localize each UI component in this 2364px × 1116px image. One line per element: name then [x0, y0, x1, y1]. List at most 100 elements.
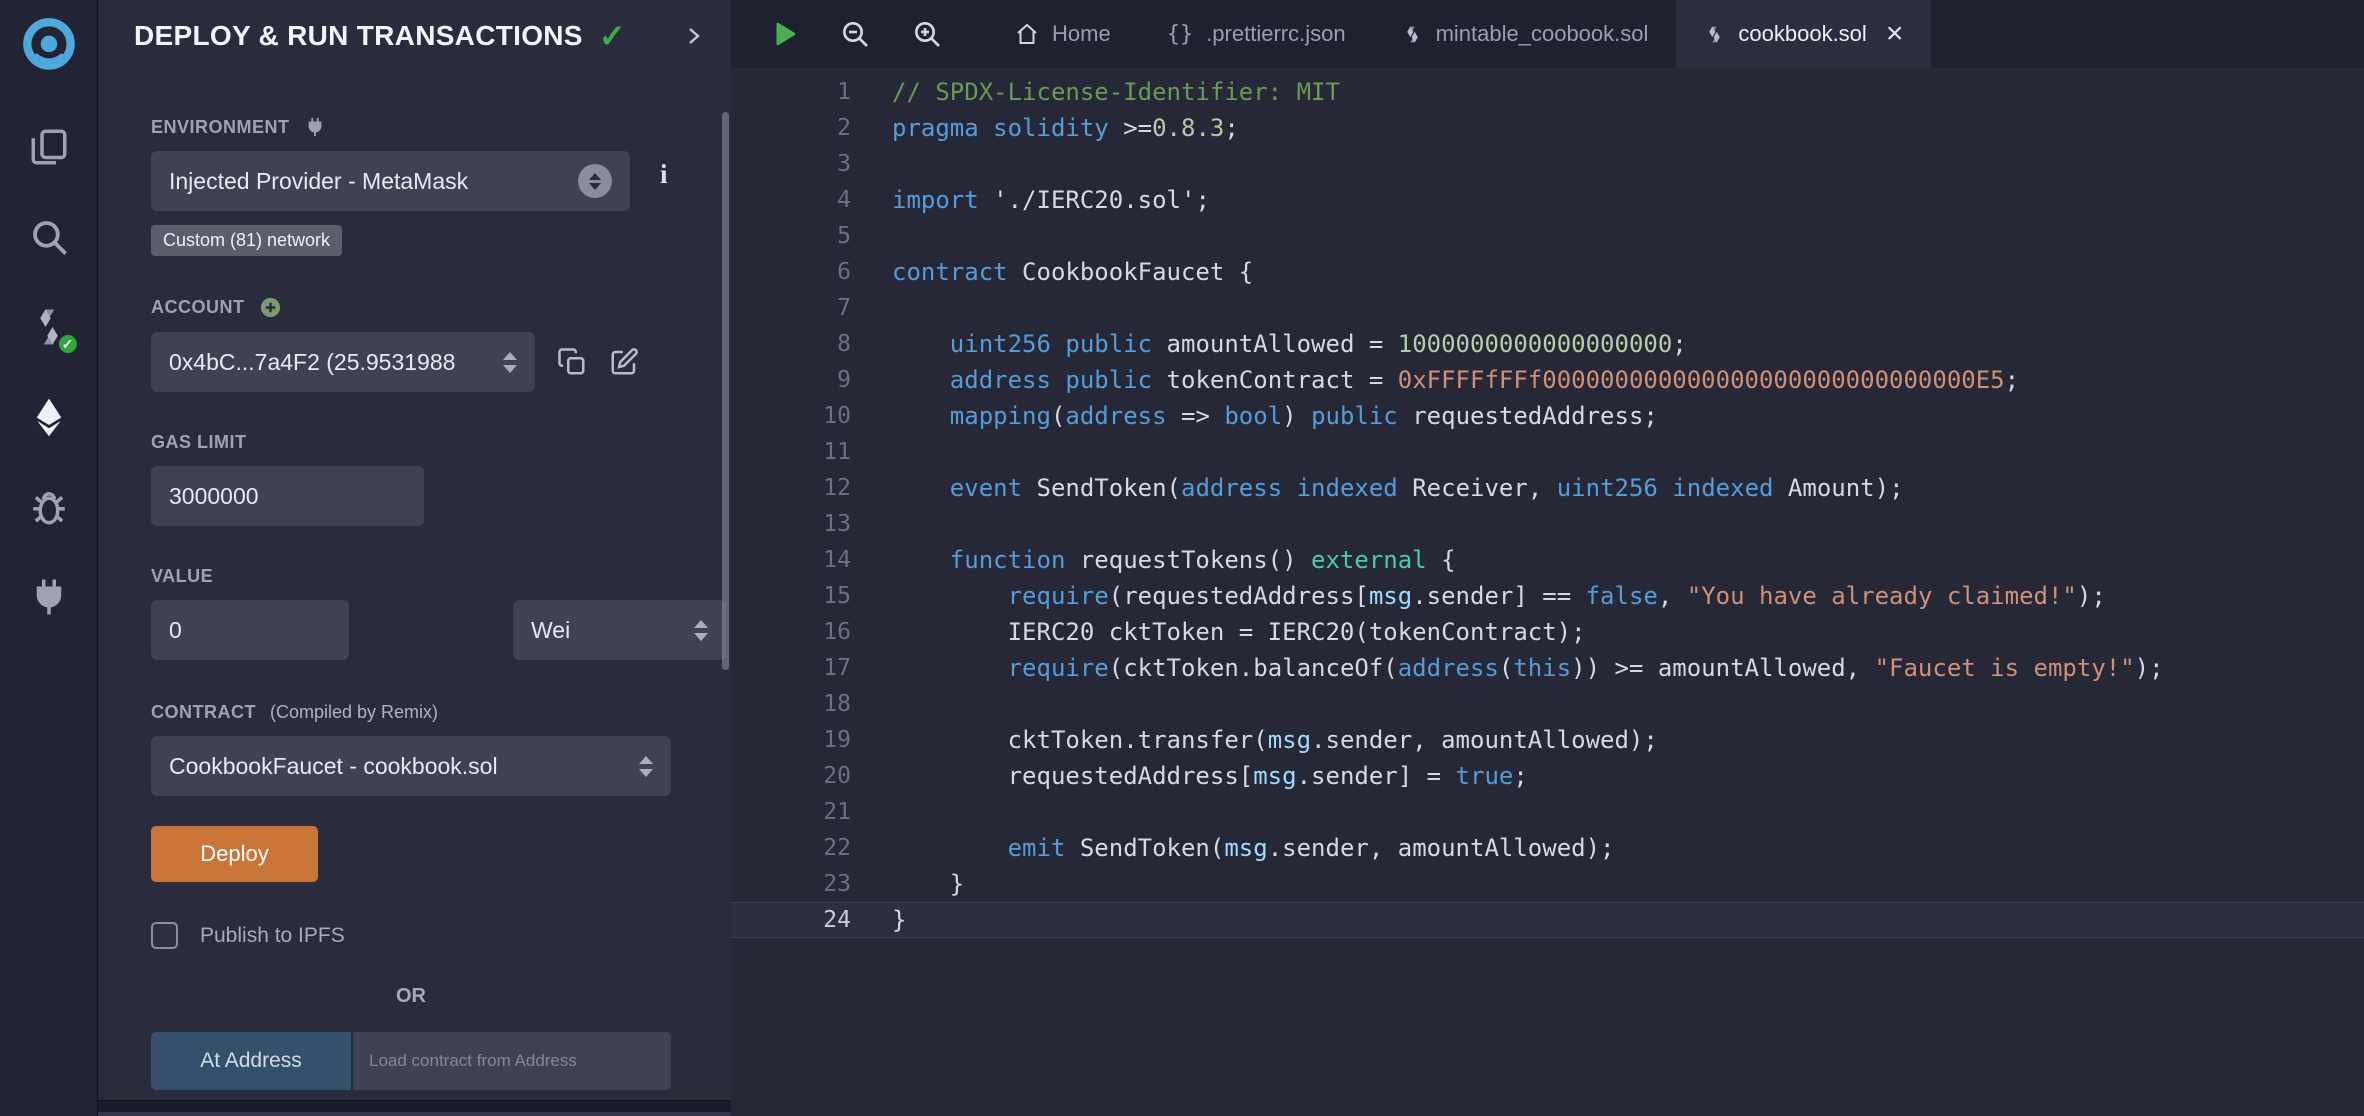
code-text[interactable] — [851, 434, 892, 470]
code-text[interactable]: contract CookbookFaucet { — [851, 254, 1253, 290]
contract-select[interactable]: CookbookFaucet - cookbook.sol — [151, 736, 671, 796]
stepper-icon — [639, 756, 653, 777]
remix-logo[interactable] — [16, 14, 82, 80]
tab-prettierrc-json[interactable]: {}.prettierrc.json — [1139, 0, 1374, 68]
code-text[interactable]: IERC20 cktToken = IERC20(tokenContract); — [851, 614, 1586, 650]
publish-ipfs-checkbox[interactable] — [151, 922, 178, 949]
zoom-in-icon[interactable] — [911, 18, 943, 50]
tab-label: Home — [1052, 21, 1111, 47]
at-address-button[interactable]: At Address — [151, 1032, 351, 1090]
line-number[interactable]: 19 — [731, 722, 851, 758]
remix-ide: ✓ DEPLOY & RUN TRANSACTIONS — [0, 0, 2364, 1116]
compile-success-check-icon: ✓ — [56, 332, 80, 356]
line-number[interactable]: 18 — [731, 686, 851, 722]
code-text[interactable]: requestedAddress[msg.sender] = true; — [851, 758, 1528, 794]
code-text[interactable]: require(cktToken.balanceOf(address(this)… — [851, 650, 2164, 686]
at-address-input[interactable] — [353, 1032, 671, 1090]
line-number[interactable]: 13 — [731, 506, 851, 542]
code-line: 7 — [731, 290, 2364, 326]
file-explorer-icon[interactable] — [26, 124, 72, 170]
code-text[interactable]: address public tokenContract = 0xFFFFfFF… — [851, 362, 2019, 398]
zoom-out-icon[interactable] — [839, 18, 871, 50]
search-icon[interactable] — [26, 214, 72, 260]
braces-icon: {} — [1167, 22, 1194, 47]
value-unit-select[interactable]: Wei — [513, 600, 726, 660]
panel-scrollbar[interactable] — [722, 112, 729, 670]
code-text[interactable]: uint256 public amountAllowed = 100000000… — [851, 326, 1687, 362]
code-text[interactable] — [851, 794, 892, 830]
code-text[interactable]: require(requestedAddress[msg.sender] == … — [851, 578, 2106, 614]
line-number[interactable]: 20 — [731, 758, 851, 794]
line-number[interactable]: 21 — [731, 794, 851, 830]
deploy-run-icon[interactable] — [26, 394, 72, 440]
tab-mintable-coobook-sol[interactable]: mintable_coobook.sol — [1374, 0, 1677, 68]
environment-select[interactable]: Injected Provider - MetaMask — [151, 151, 630, 211]
gas-limit-input[interactable] — [151, 466, 424, 526]
environment-value: Injected Provider - MetaMask — [169, 168, 566, 195]
line-number[interactable]: 22 — [731, 830, 851, 866]
editor-actions — [731, 18, 977, 50]
tab-cookbook-sol[interactable]: cookbook.sol× — [1676, 0, 1931, 68]
code-text[interactable]: import './IERC20.sol'; — [851, 182, 1210, 218]
chevron-right-icon[interactable] — [681, 24, 705, 48]
code-line: 4import './IERC20.sol'; — [731, 182, 2364, 218]
code-line: 2pragma solidity >=0.8.3; — [731, 110, 2364, 146]
line-number[interactable]: 1 — [731, 74, 851, 110]
value-input[interactable] — [151, 600, 349, 660]
copy-icon[interactable] — [557, 347, 587, 377]
info-icon[interactable]: i — [660, 159, 668, 190]
account-select[interactable]: 0x4bC...7a4F2 (25.9531988 — [151, 332, 535, 392]
plugin-manager-icon[interactable] — [26, 574, 72, 620]
code-text[interactable]: } — [851, 866, 964, 902]
code-text[interactable] — [851, 290, 892, 326]
add-account-icon[interactable] — [259, 296, 282, 319]
line-number[interactable]: 23 — [731, 866, 851, 902]
code-area[interactable]: 1// SPDX-License-Identifier: MIT2pragma … — [731, 68, 2364, 1116]
line-number[interactable]: 24 — [731, 902, 851, 938]
line-number[interactable]: 8 — [731, 326, 851, 362]
code-text[interactable]: // SPDX-License-Identifier: MIT — [851, 74, 1340, 110]
line-number[interactable]: 2 — [731, 110, 851, 146]
line-number[interactable]: 10 — [731, 398, 851, 434]
debugger-icon[interactable] — [26, 484, 72, 530]
line-number[interactable]: 12 — [731, 470, 851, 506]
line-number[interactable]: 3 — [731, 146, 851, 182]
line-number[interactable]: 7 — [731, 290, 851, 326]
tab-home[interactable]: Home — [987, 0, 1139, 68]
at-address-row: At Address — [151, 1032, 731, 1090]
code-text[interactable] — [851, 686, 892, 722]
code-text[interactable]: } — [851, 902, 906, 938]
close-icon[interactable]: × — [1886, 19, 1904, 49]
edit-icon[interactable] — [609, 347, 639, 377]
code-text[interactable]: cktToken.transfer(msg.sender, amountAllo… — [851, 722, 1658, 758]
code-text[interactable]: pragma solidity >=0.8.3; — [851, 110, 1239, 146]
line-number[interactable]: 4 — [731, 182, 851, 218]
code-text[interactable] — [851, 146, 892, 182]
code-text[interactable] — [851, 218, 892, 254]
code-text[interactable]: emit SendToken(msg.sender, amountAllowed… — [851, 830, 1614, 866]
line-number[interactable]: 6 — [731, 254, 851, 290]
code-line: 15 require(requestedAddress[msg.sender] … — [731, 578, 2364, 614]
swap-icon[interactable] — [578, 164, 612, 198]
code-line: 5 — [731, 218, 2364, 254]
deploy-button[interactable]: Deploy — [151, 826, 318, 882]
line-number[interactable]: 16 — [731, 614, 851, 650]
line-number[interactable]: 11 — [731, 434, 851, 470]
code-line: 18 — [731, 686, 2364, 722]
code-text[interactable]: event SendToken(address indexed Receiver… — [851, 470, 1904, 506]
line-number[interactable]: 15 — [731, 578, 851, 614]
line-number[interactable]: 17 — [731, 650, 851, 686]
panel-body: ENVIRONMENT Injected Provider - MetaMask… — [98, 116, 731, 1090]
line-number[interactable]: 5 — [731, 218, 851, 254]
line-number[interactable]: 9 — [731, 362, 851, 398]
solidity-compiler-icon[interactable]: ✓ — [26, 304, 72, 350]
code-line: 13 — [731, 506, 2364, 542]
run-script-icon[interactable] — [769, 19, 799, 49]
network-badge: Custom (81) network — [151, 225, 342, 256]
code-text[interactable]: function requestTokens() external { — [851, 542, 1456, 578]
icon-sidebar: ✓ — [0, 0, 98, 1116]
code-text[interactable] — [851, 506, 892, 542]
or-divider: OR — [151, 985, 671, 1008]
code-text[interactable]: mapping(address => bool) public requeste… — [851, 398, 1658, 434]
line-number[interactable]: 14 — [731, 542, 851, 578]
